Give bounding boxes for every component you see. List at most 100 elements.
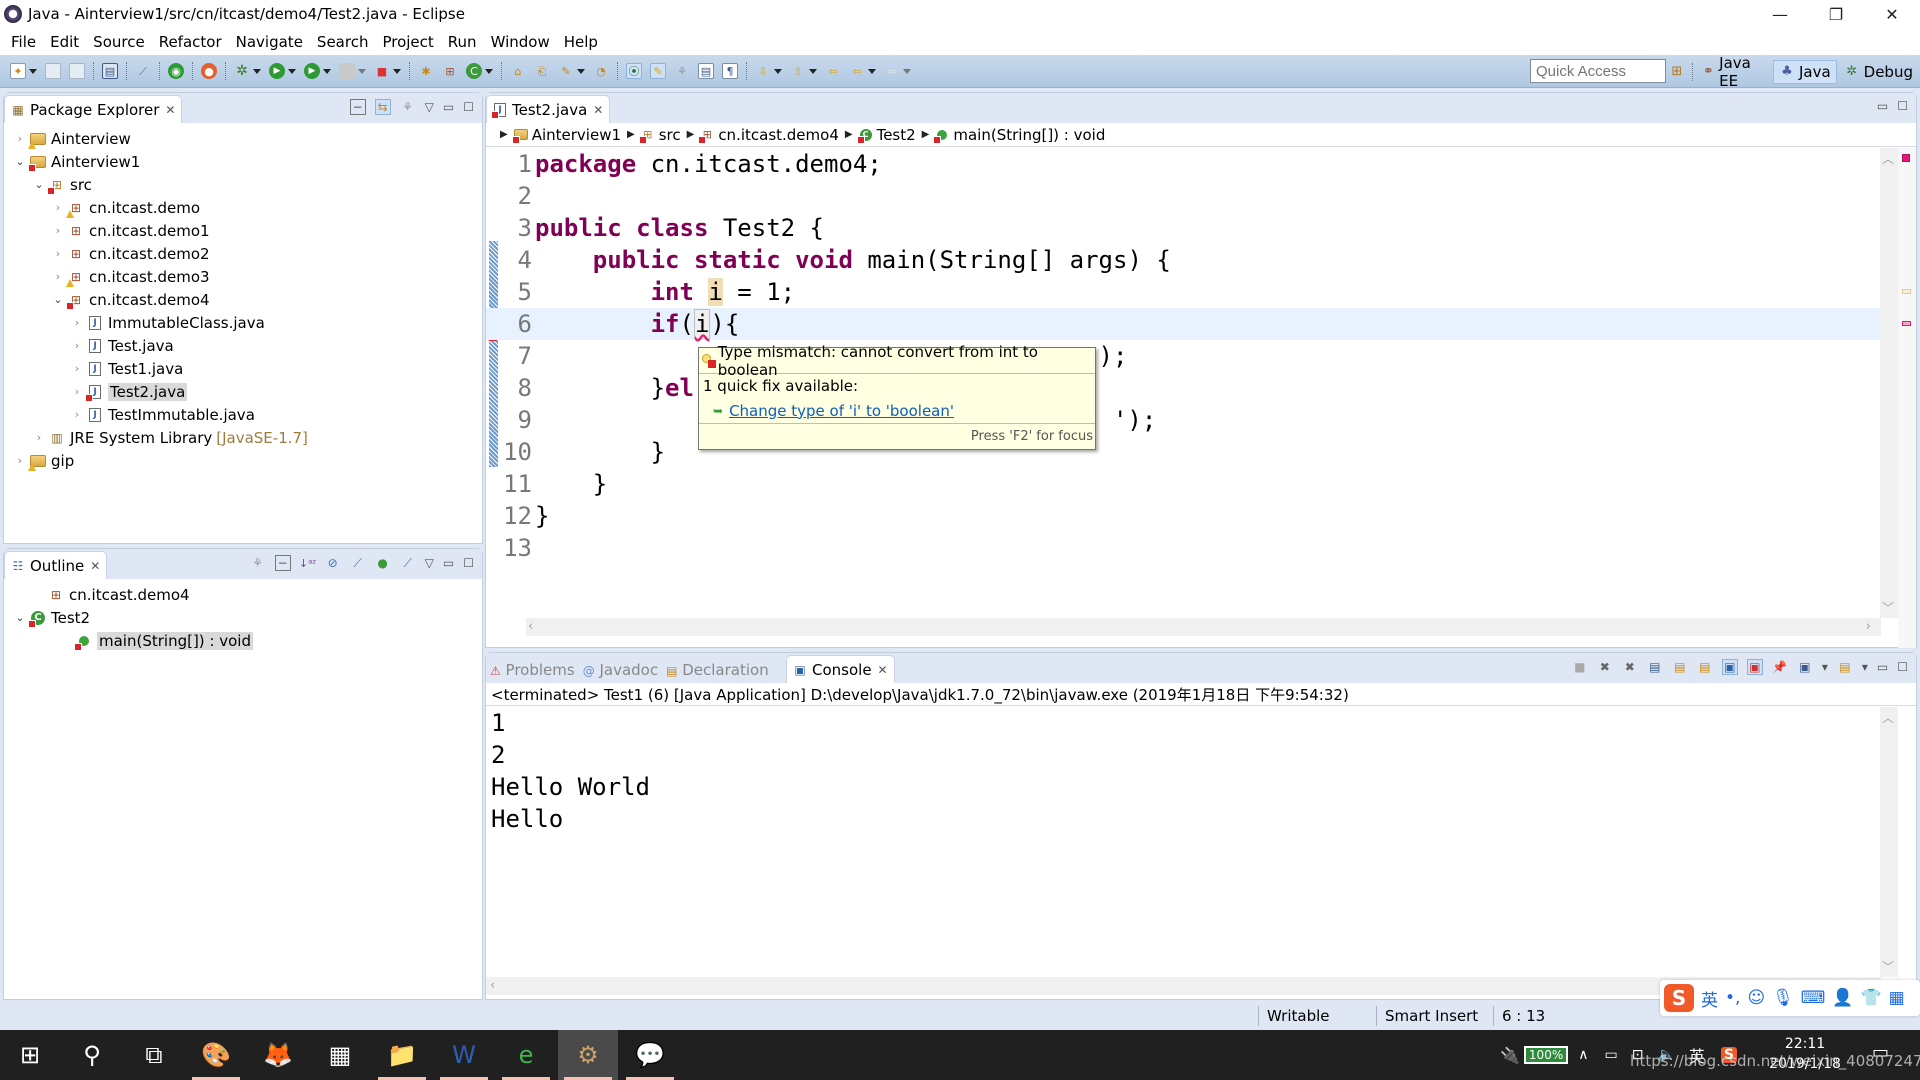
- menu-run[interactable]: Run: [441, 33, 484, 51]
- microphone-icon[interactable]: 🎙: [1772, 988, 1794, 1008]
- hide-fields-icon[interactable]: ⊘: [325, 555, 341, 571]
- scroll-left-icon[interactable]: ‹: [528, 619, 533, 634]
- editor-horizontal-scrollbar[interactable]: ‹ ›: [526, 618, 1881, 636]
- debug-dropdown[interactable]: [253, 68, 261, 74]
- tree-item[interactable]: › ▥ JRE System Library [JavaSE-1.7]: [33, 426, 308, 449]
- taskbar-start-icon[interactable]: ⊞: [0, 1030, 60, 1080]
- code-line[interactable]: 5 int i = 1;: [486, 276, 1881, 308]
- minimize-view-icon[interactable]: ▭: [443, 100, 454, 114]
- menu-navigate[interactable]: Navigate: [229, 33, 310, 51]
- tab-console[interactable]: ▣ Console ✕: [786, 655, 895, 683]
- search-icon[interactable]: ✎: [558, 63, 574, 79]
- external-tools-dropdown[interactable]: [393, 68, 401, 74]
- keyboard-icon[interactable]: ⌨: [1801, 988, 1826, 1008]
- console-vertical-scrollbar[interactable]: ︿ ﹀: [1880, 707, 1898, 977]
- breadcrumb-arrow-icon[interactable]: ▶: [922, 129, 930, 140]
- block-selection-icon[interactable]: ▤: [698, 63, 714, 79]
- menu-refactor[interactable]: Refactor: [152, 33, 229, 51]
- scroll-up-icon[interactable]: ︿: [1882, 709, 1894, 726]
- previous-annotation-icon[interactable]: ⇧: [790, 63, 806, 79]
- new-icon[interactable]: ✦: [10, 63, 26, 79]
- toolbox-icon[interactable]: ▦: [1889, 988, 1905, 1008]
- run-icon[interactable]: ▶: [269, 63, 285, 79]
- focus-on-active-task-icon[interactable]: ⚘: [250, 555, 266, 571]
- open-console-icon[interactable]: ▤: [1837, 659, 1853, 675]
- menu-source[interactable]: Source: [86, 33, 152, 51]
- forward-icon[interactable]: ⇨: [884, 63, 900, 79]
- search-dropdown[interactable]: [577, 68, 585, 74]
- taskbar-file-explorer-icon[interactable]: 📁: [372, 1030, 432, 1080]
- chevron-down-icon[interactable]: ⌄: [33, 178, 45, 191]
- ime-language-toggle[interactable]: 英: [1701, 986, 1718, 1011]
- tab-package-explorer[interactable]: ▦ Package Explorer ✕: [4, 95, 183, 123]
- outline-item[interactable]: ⊞ cn.itcast.demo4: [32, 583, 190, 606]
- battery-status-icon[interactable]: ▭: [1604, 1047, 1617, 1063]
- open-console-icon[interactable]: ▤: [102, 63, 118, 79]
- perspective-debug[interactable]: ✲ Debug: [1839, 61, 1918, 83]
- code-line[interactable]: 4 public static void main(String[] args)…: [486, 244, 1881, 276]
- code-line[interactable]: 13: [486, 532, 1881, 564]
- tree-item[interactable]: › ⊞ cn.itcast.demo3: [52, 265, 210, 288]
- taskbar-browser-icon[interactable]: e: [496, 1030, 556, 1080]
- tree-item[interactable]: ⌄ ⊞ src: [33, 173, 92, 196]
- breadcrumb-item[interactable]: main(String[]) : void: [953, 126, 1105, 144]
- taskbar-wechat-icon[interactable]: 💬: [620, 1030, 680, 1080]
- scroll-up-icon[interactable]: ︿: [1882, 150, 1894, 167]
- toggle-highlight-icon[interactable]: ✎: [650, 63, 666, 79]
- new-class-dropdown[interactable]: [485, 68, 493, 74]
- back-dropdown[interactable]: [868, 68, 876, 74]
- tree-item[interactable]: › ⊞ cn.itcast.demo: [52, 196, 200, 219]
- new-dropdown[interactable]: [29, 68, 37, 74]
- user-icon[interactable]: 👤: [1832, 988, 1853, 1008]
- error-marker[interactable]: [1902, 321, 1911, 326]
- back-icon[interactable]: ⇦: [849, 63, 865, 79]
- taskbar-word-icon[interactable]: W: [434, 1030, 494, 1080]
- ime-punctuation-toggle[interactable]: •,: [1725, 988, 1740, 1008]
- menu-edit[interactable]: Edit: [43, 33, 86, 51]
- menu-help[interactable]: Help: [557, 33, 605, 51]
- battery-indicator[interactable]: 100%: [1523, 1046, 1569, 1064]
- code-editor[interactable]: 1 package cn.itcast.demo4; 2 3 public class …: [486, 148, 1881, 618]
- open-web-browser-icon[interactable]: ◔: [593, 63, 609, 79]
- maximize-view-icon[interactable]: ☐: [463, 556, 474, 570]
- sogou-logo-icon[interactable]: S: [1664, 984, 1694, 1012]
- code-line[interactable]: 11 }: [486, 468, 1881, 500]
- scroll-left-icon[interactable]: ‹: [490, 978, 495, 993]
- link-with-editor-icon[interactable]: ⇆: [374, 99, 391, 115]
- scroll-down-icon[interactable]: ﹀: [1882, 958, 1894, 975]
- taskbar-paint-icon[interactable]: 🎨: [186, 1030, 246, 1080]
- tree-item[interactable]: › J Test.java: [71, 334, 174, 357]
- tab-javadoc[interactable]: @ Javadoc: [583, 661, 658, 679]
- pin-console-icon[interactable]: 📌: [1772, 659, 1788, 675]
- taskbar-search-icon[interactable]: ⚲: [62, 1030, 122, 1080]
- coverage-icon[interactable]: [339, 63, 355, 79]
- breadcrumb-item[interactable]: Ainterview1: [532, 126, 621, 144]
- breadcrumb-arrow-icon[interactable]: ▶: [500, 129, 508, 140]
- view-menu-icon[interactable]: ▽: [425, 100, 434, 114]
- open-perspective-icon[interactable]: ⊞: [1670, 64, 1684, 80]
- menu-file[interactable]: File: [4, 33, 43, 51]
- focus-on-workspace-icon[interactable]: ⚘: [400, 99, 416, 115]
- tree-item[interactable]: › Ainterview: [14, 127, 131, 150]
- collapse-all-icon[interactable]: −: [274, 555, 291, 571]
- code-line[interactable]: 8 }el: [486, 372, 1881, 404]
- run-external-dropdown[interactable]: [323, 68, 331, 74]
- chevron-right-icon[interactable]: ›: [71, 362, 83, 375]
- remove-launch-icon[interactable]: ✖: [1597, 659, 1613, 675]
- last-edit-location-icon[interactable]: ⇦: [825, 63, 841, 79]
- tree-item[interactable]: › J TestImmutable.java: [71, 403, 255, 426]
- outline-item[interactable]: main(String[]) : void: [60, 629, 253, 652]
- toggle-breadcrumb-icon[interactable]: ⚘: [674, 63, 690, 79]
- save-icon[interactable]: [45, 63, 61, 79]
- next-annotation-icon[interactable]: ⇩: [755, 63, 771, 79]
- open-console-dropdown[interactable]: ▾: [1862, 660, 1868, 674]
- breadcrumb-arrow-icon[interactable]: ▶: [687, 129, 695, 140]
- error-summary-marker[interactable]: [1902, 154, 1910, 162]
- editor-vertical-scrollbar[interactable]: ︿ ﹀: [1880, 148, 1898, 618]
- remove-all-terminated-icon[interactable]: ✖: [1622, 659, 1638, 675]
- taskbar-firefox-icon[interactable]: 🦊: [248, 1030, 308, 1080]
- chevron-right-icon[interactable]: ›: [52, 247, 64, 260]
- status-insert-mode[interactable]: Smart Insert: [1376, 1006, 1493, 1026]
- skip-breakpoints-icon[interactable]: ⟋: [135, 63, 151, 79]
- code-line[interactable]: 12}: [486, 500, 1881, 532]
